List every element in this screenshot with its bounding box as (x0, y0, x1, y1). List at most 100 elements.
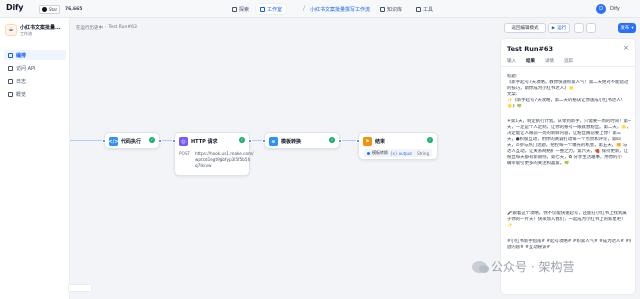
sidebar-item-logs[interactable]: 日志 (4, 76, 66, 86)
logs-icon (8, 78, 13, 84)
success-check-icon: ✓ (427, 137, 433, 143)
sidebar-item-label: 日志 (16, 78, 27, 85)
chevron-down-icon: ▾ (631, 25, 634, 31)
run-label: 运行 (557, 26, 567, 31)
grid-icon (260, 6, 265, 12)
features-icon[interactable] (586, 23, 596, 33)
output-variable-type: String (417, 150, 429, 156)
sidebar-item-label: 概览 (16, 91, 27, 98)
nav-tab-label: 工具 (423, 6, 434, 13)
node-title: 结束 (375, 139, 386, 145)
exit-run-mode-button[interactable]: 返回编辑模式 (504, 23, 546, 33)
book-icon (380, 6, 385, 12)
breadcrumb-history[interactable]: 在运行历史中 (76, 25, 103, 31)
nav-tab-tools[interactable]: 工具 (412, 4, 437, 14)
flag-icon: ⚑ (363, 137, 372, 146)
top-navigation-bar: Dify Star 76,665 探索 工作室 / 小红书文案批量撰写工作流 知… (0, 0, 640, 18)
compass-icon (232, 6, 237, 12)
dify-logo[interactable]: Dify (6, 3, 23, 12)
node-input-handle[interactable] (356, 139, 360, 143)
http-method: POST (179, 151, 191, 156)
sidebar-item-label: 编排 (16, 52, 27, 59)
node-input-handle[interactable] (172, 139, 176, 143)
http-url-line: q7lkrvw (195, 163, 212, 168)
run-result-panel: Test Run#63 × 输入 结果 详情 追踪 标题: 《新手起号7天攻略，… (500, 38, 636, 295)
avatar[interactable]: D (596, 4, 606, 14)
panel-title: Test Run#63 (507, 45, 553, 53)
api-icon (8, 65, 13, 71)
workflow-node-code[interactable]: </> 代码执行 ✓ (102, 132, 162, 149)
canvas-zoom-controls[interactable] (68, 284, 92, 292)
nav-tab-label: 知识库 (387, 6, 403, 13)
output-variable-name: {x} output (390, 150, 412, 156)
variable-dot-icon (367, 151, 370, 155)
app-sidebar: ☕ 小红书文案批量... 工作流 编排 访问 API 日志 概览 (0, 18, 70, 299)
node-header: ≡ 模板转换 (269, 137, 301, 146)
orchestrate-icon (8, 52, 13, 58)
code-icon: </> (108, 137, 119, 146)
run-history-breadcrumb: 在运行历史中 · Test Run#63 (76, 25, 137, 31)
app-type: 工作流 (20, 31, 32, 36)
nav-tab-studio[interactable]: 工作室 (256, 4, 287, 14)
exit-run-mode-label: 返回编辑模式 (511, 26, 539, 31)
node-title: 模板转换 (281, 139, 302, 145)
overview-icon (8, 91, 13, 97)
publish-button[interactable]: 发布 ▾ (618, 23, 636, 33)
node-output-handle[interactable] (338, 139, 342, 143)
nav-tab-knowledge[interactable]: 知识库 (376, 4, 406, 14)
sidebar-item-orchestrate[interactable]: 编排 (4, 50, 66, 60)
nav-tab-label: 探索 (239, 6, 250, 13)
node-title: HTTP 请求 (191, 139, 218, 145)
node-input-handle[interactable] (262, 139, 266, 143)
globe-icon: ◎ (179, 137, 188, 146)
tabs-divider (501, 66, 635, 67)
watermark: 公众号 · 架构营 (472, 258, 574, 275)
sidebar-item-api[interactable]: 访问 API (4, 63, 66, 73)
success-check-icon: ✓ (149, 137, 155, 143)
node-header: </> 代码执行 (108, 137, 142, 146)
sidebar-item-overview[interactable]: 概览 (4, 89, 66, 99)
node-input-handle[interactable] (102, 139, 106, 143)
watermark-text: 公众号 · 架构营 (491, 260, 575, 274)
result-line: ✨ (507, 223, 513, 228)
http-url-line: wptsd1egt9gbfyp3l5f5b5h (195, 157, 251, 162)
workflow-node-end[interactable]: ⚑ 结束 ✓ 模板转换 {x} output String (356, 132, 438, 160)
history-icon[interactable] (574, 23, 584, 33)
breadcrumb-separator: / (303, 5, 306, 12)
workflow-edge (70, 140, 104, 141)
success-check-icon: ✓ (329, 137, 335, 143)
node-output-handle[interactable] (158, 139, 162, 143)
http-url-line: https://hook.us1.make.com/ (195, 151, 254, 156)
app-icon: ☕ (5, 24, 17, 36)
user-name[interactable]: Dify (610, 6, 620, 12)
wrench-icon (416, 6, 421, 12)
node-title: 代码执行 (121, 139, 142, 145)
github-star-button[interactable]: Star (39, 5, 61, 14)
app-name: 小红书文案批量... (20, 25, 61, 31)
wechat-icon (472, 260, 489, 273)
nav-tab-label: 工作室 (267, 6, 283, 13)
github-star-count: 76,665 (65, 7, 83, 12)
end-output-variable: 模板转换 {x} output String (364, 149, 432, 157)
template-icon: ≡ (269, 137, 278, 146)
publish-label: 发布 (620, 26, 630, 31)
current-app-breadcrumb[interactable]: 小红书文案批量撰写工作流 (310, 6, 370, 13)
node-header: ◎ HTTP 请求 (179, 137, 218, 146)
workflow-node-http[interactable]: ◎ HTTP 请求 ✓ POST https://hook.us1.make.c… (172, 132, 254, 176)
github-icon (42, 7, 47, 12)
output-source-node: 模板转换 (372, 150, 388, 155)
result-line: 确幸吸引更多的关注和喜爱。🍀 (507, 161, 570, 166)
result-line: 🌟》🍀 (507, 104, 523, 109)
sidebar-item-label: 访问 API (16, 65, 36, 72)
play-icon: ▶ (551, 25, 556, 31)
result-line: 放内容# #互动秘诀# (507, 245, 551, 250)
nav-tab-explore[interactable]: 探索 (228, 4, 253, 14)
run-button[interactable]: ▶ 运行 (548, 23, 570, 33)
node-header: ⚑ 结束 (363, 137, 385, 146)
success-check-icon: ✓ (239, 137, 245, 143)
breadcrumb-run: Test Run#63 (108, 25, 137, 30)
close-icon[interactable]: × (623, 44, 629, 52)
github-star-label: Star (49, 7, 58, 12)
workflow-node-template[interactable]: ≡ 模板转换 ✓ (262, 132, 342, 149)
node-output-handle[interactable] (248, 139, 252, 143)
